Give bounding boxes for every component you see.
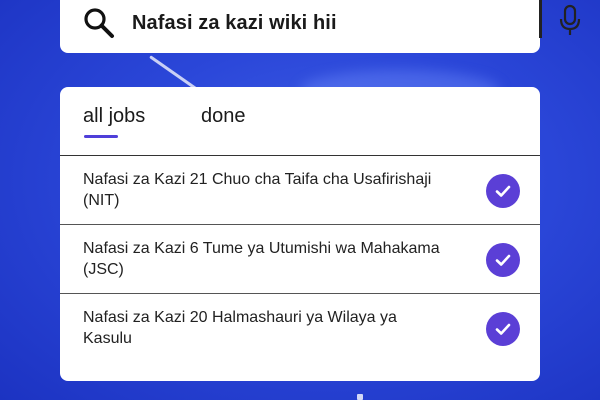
- check-circle-icon[interactable]: [486, 243, 520, 277]
- job-list-item[interactable]: Nafasi za Kazi 21 Chuo cha Taifa cha Usa…: [60, 156, 540, 225]
- search-bar[interactable]: Nafasi za kazi wiki hii: [60, 0, 581, 53]
- jobs-panel: all jobs done Nafasi za Kazi 21 Chuo cha…: [60, 87, 540, 381]
- search-icon[interactable]: [82, 6, 116, 40]
- tab-all-jobs[interactable]: all jobs: [83, 105, 145, 128]
- job-list-item[interactable]: Nafasi za Kazi 6 Tume ya Utumishi wa Mah…: [60, 225, 540, 294]
- active-tab-indicator: [84, 135, 118, 138]
- check-circle-icon[interactable]: [486, 312, 520, 346]
- tab-done[interactable]: done: [201, 105, 246, 128]
- job-title: Nafasi za Kazi 6 Tume ya Utumishi wa Mah…: [83, 240, 440, 278]
- job-title: Nafasi za Kazi 21 Chuo cha Taifa cha Usa…: [83, 171, 432, 209]
- check-circle-icon[interactable]: [486, 174, 520, 208]
- job-list-item[interactable]: Nafasi za Kazi 20 Halmashauri ya Wilaya …: [60, 294, 540, 363]
- background-mark: [357, 394, 363, 400]
- job-title: Nafasi za Kazi 20 Halmashauri ya Wilaya …: [83, 309, 397, 347]
- tab-bar: all jobs done: [60, 87, 540, 156]
- mic-icon[interactable]: [558, 2, 582, 38]
- search-divider: [539, 0, 542, 38]
- search-input[interactable]: Nafasi za kazi wiki hii: [132, 12, 337, 35]
